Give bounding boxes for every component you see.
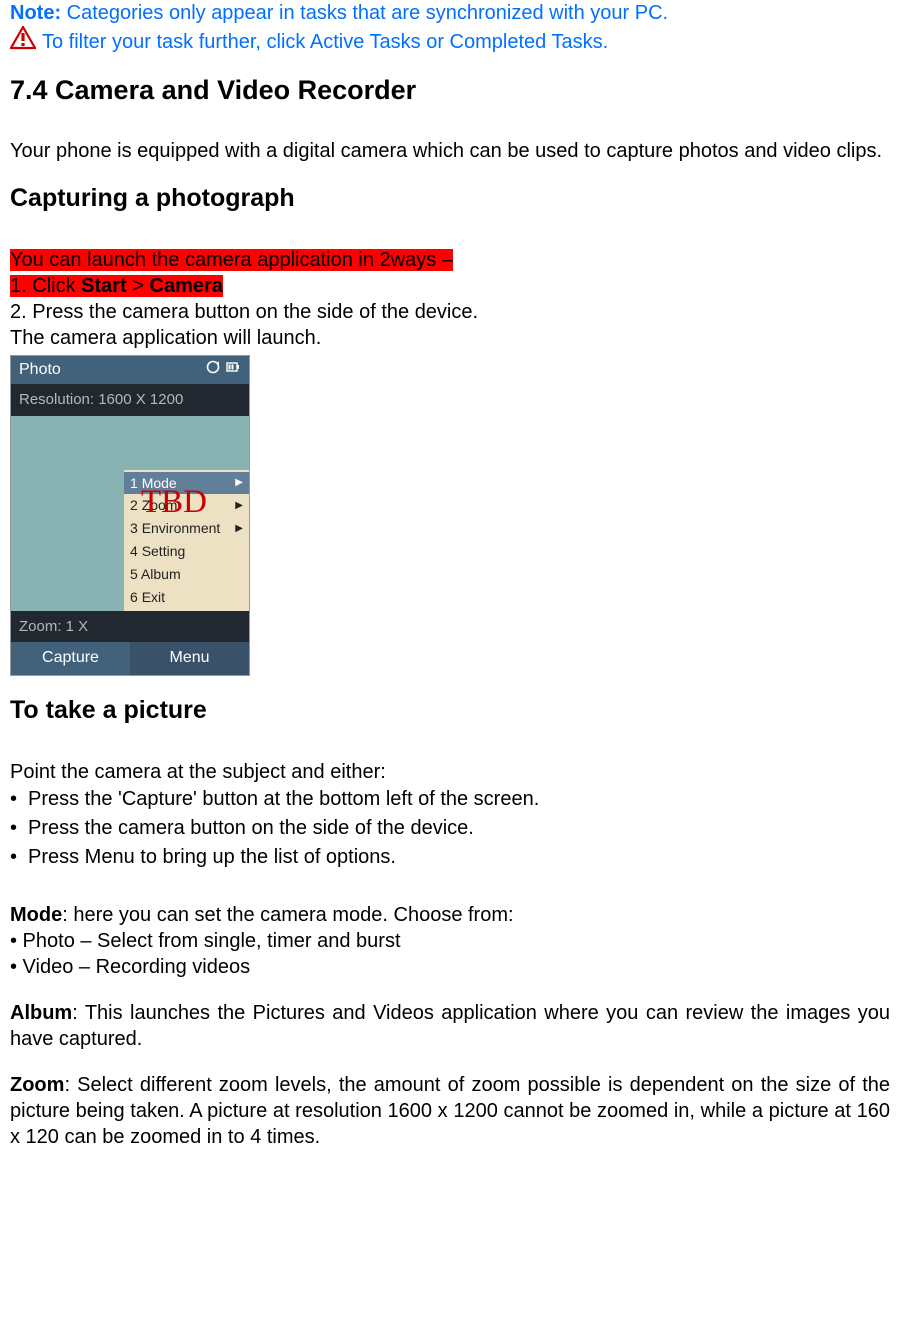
chevron-right-icon: ▶ — [235, 499, 243, 513]
launch-instructions: You can launch the camera application in… — [10, 247, 890, 351]
warning-text: To filter your task further, click Activ… — [42, 29, 608, 55]
heading-camera: 7.4 Camera and Video Recorder — [10, 73, 890, 108]
launch-line-3: 2. Press the camera button on the side o… — [10, 299, 890, 325]
menu-item-mode: 1 Mode ▶ — [124, 472, 249, 495]
mode-item-video: • Video – Recording videos — [10, 954, 890, 980]
mode-item-photo: • Photo – Select from single, timer and … — [10, 928, 890, 954]
softkey-capture: Capture — [11, 642, 130, 675]
menu-item-exit: 6 Exit — [124, 586, 249, 609]
heading-take-picture: To take a picture — [10, 694, 890, 727]
warning-line: To filter your task further, click Activ… — [10, 26, 890, 57]
launch-line-2: 1. Click Start > Camera — [10, 275, 223, 297]
screenshot-zoom-bar: Zoom: 1 X — [11, 611, 249, 643]
note-line: Note: Categories only appear in tasks th… — [10, 0, 890, 26]
softkey-menu: Menu — [130, 642, 249, 675]
screenshot-viewport: 1 Mode ▶ 2 Zoom ▶ 3 Environment ▶ 4 Sett… — [11, 416, 249, 611]
screenshot-titlebar: Photo — [11, 356, 249, 385]
screenshot-resolution: Resolution: 1600 X 1200 — [11, 384, 249, 416]
chevron-right-icon: ▶ — [235, 522, 243, 536]
def-album: Album: This launches the Pictures and Vi… — [10, 1000, 890, 1052]
battery-icon — [225, 360, 241, 381]
menu-item-setting: 4 Setting — [124, 540, 249, 563]
screenshot-softkey-bar: Capture Menu — [11, 642, 249, 675]
def-zoom: Zoom: Select different zoom levels, the … — [10, 1072, 890, 1150]
screenshot-title: Photo — [19, 360, 61, 381]
screenshot-menu: 1 Mode ▶ 2 Zoom ▶ 3 Environment ▶ 4 Sett… — [124, 470, 249, 611]
menu-item-zoom: 2 Zoom ▶ — [124, 494, 249, 517]
launch-line-1: You can launch the camera application in… — [10, 249, 453, 271]
camera-intro: Your phone is equipped with a digital ca… — [10, 138, 890, 164]
sync-icon — [206, 360, 222, 381]
zoom-label: Zoom: 1 X — [19, 617, 241, 637]
note-label: Note: — [10, 2, 61, 24]
bullet-2: •Press the camera button on the side of … — [10, 814, 890, 843]
menu-item-environment: 3 Environment ▶ — [124, 517, 249, 540]
take-pic-intro: Point the camera at the subject and eith… — [10, 759, 890, 785]
bullet-3: •Press Menu to bring up the list of opti… — [10, 843, 890, 872]
screenshot-status-icons — [206, 360, 241, 381]
note-text: Categories only appear in tasks that are… — [61, 2, 668, 24]
warning-icon — [10, 26, 36, 57]
launch-line-4: The camera application will launch. — [10, 325, 890, 351]
bullet-1: •Press the 'Capture' button at the botto… — [10, 785, 890, 814]
menu-item-album: 5 Album — [124, 563, 249, 586]
camera-app-screenshot: Photo Resolution: 1600 X 1200 1 Mode ▶ 2… — [10, 355, 250, 677]
heading-capturing: Capturing a photograph — [10, 182, 890, 215]
chevron-right-icon: ▶ — [235, 476, 243, 490]
def-mode: Mode: here you can set the camera mode. … — [10, 902, 890, 928]
